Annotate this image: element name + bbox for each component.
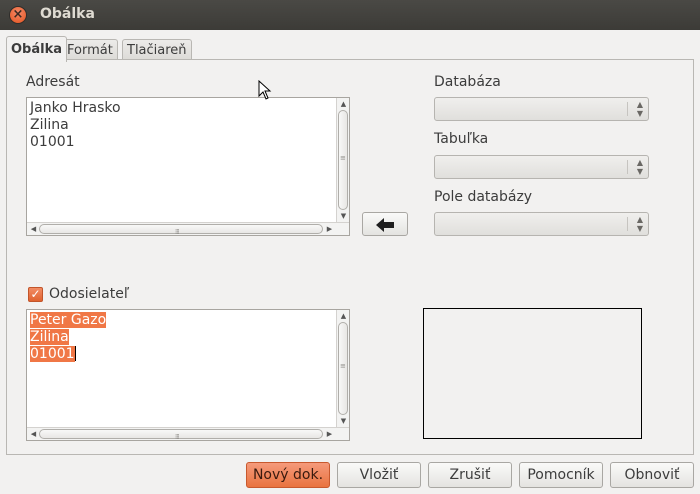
sender-textarea[interactable]: Peter Gazo Zilina 01001 ▲ ≡ ▼ ◀ ⁞⁞⁞ ▶ xyxy=(26,309,350,441)
insert-button[interactable]: Vložiť xyxy=(337,462,421,488)
addressee-horizontal-scrollbar[interactable]: ◀ ⁞⁞⁞ ▶ xyxy=(27,222,349,236)
arrow-left-icon xyxy=(376,218,394,232)
grip-icon: ≡ xyxy=(340,154,346,162)
scroll-right-icon[interactable]: ▶ xyxy=(324,224,335,234)
sender-checkbox[interactable]: ✓ xyxy=(28,287,43,302)
addressee-line: 01001 xyxy=(30,134,75,150)
addressee-line: Zilina xyxy=(30,117,69,133)
tab-format[interactable]: Formát xyxy=(62,39,118,61)
scroll-right-icon[interactable]: ▶ xyxy=(324,429,335,439)
window-title: Obálka xyxy=(40,6,95,22)
combo-separator xyxy=(627,102,628,116)
scroll-down-icon[interactable]: ▼ xyxy=(338,416,349,426)
database-field-combobox[interactable]: ▲ ▼ xyxy=(434,212,649,236)
addressee-line: Janko Hrasko xyxy=(30,100,121,116)
envelope-dialog: Obálka Formát Tlačiareň Adresát Janko Hr… xyxy=(0,30,700,494)
envelope-preview xyxy=(423,308,642,439)
combo-separator xyxy=(627,160,628,174)
tab-printer[interactable]: Tlačiareň xyxy=(122,39,192,61)
database-combobox[interactable]: ▲ ▼ xyxy=(434,97,649,121)
combo-separator xyxy=(627,217,628,231)
sender-lines: Peter Gazo Zilina 01001 xyxy=(30,312,107,363)
sender-vertical-scrollbar[interactable]: ▲ ≡ ▼ xyxy=(336,310,349,427)
sender-horizontal-scrollbar[interactable]: ◀ ⁞⁞⁞ ▶ xyxy=(27,427,349,441)
scroll-up-icon[interactable]: ▲ xyxy=(338,99,349,109)
addressee-vertical-scrollbar[interactable]: ▲ ≡ ▼ xyxy=(336,98,349,222)
grip-icon: ≡ xyxy=(340,362,346,370)
grip-icon: ⁞⁞⁞ xyxy=(175,433,180,441)
new-document-button[interactable]: Nový dok. xyxy=(246,462,330,488)
scroll-left-icon[interactable]: ◀ xyxy=(28,429,39,439)
sender-line: Peter Gazo xyxy=(30,312,107,328)
scroll-thumb[interactable] xyxy=(39,429,323,439)
scroll-down-icon[interactable]: ▼ xyxy=(338,211,349,221)
addressee-lines: Janko Hrasko Zilina 01001 xyxy=(30,100,121,151)
mouse-pointer-icon xyxy=(258,80,272,100)
sender-line: Zilina xyxy=(30,329,69,345)
help-button[interactable]: Pomocník xyxy=(519,462,603,488)
sender-label[interactable]: Odosielateľ xyxy=(49,286,129,302)
table-label: Tabuľka xyxy=(434,131,489,147)
table-combobox[interactable]: ▲ ▼ xyxy=(434,155,649,179)
addressee-textarea[interactable]: Janko Hrasko Zilina 01001 ▲ ≡ ▼ ◀ ⁞⁞⁞ ▶ xyxy=(26,97,350,236)
scroll-left-icon[interactable]: ◀ xyxy=(28,224,39,234)
title-bar: × Obálka xyxy=(0,0,700,30)
combo-arrows-icon: ▲ ▼ xyxy=(636,158,643,176)
cancel-button[interactable]: Zrušiť xyxy=(428,462,512,488)
database-label: Databáza xyxy=(434,74,501,90)
combo-arrows-icon: ▲ ▼ xyxy=(636,215,643,233)
sender-line: 01001 xyxy=(30,346,75,362)
scroll-up-icon[interactable]: ▲ xyxy=(338,311,349,321)
close-icon[interactable]: × xyxy=(9,6,27,24)
grip-icon: ⁞⁞⁞ xyxy=(175,228,180,236)
insert-field-button[interactable] xyxy=(362,212,408,236)
tab-envelope[interactable]: Obálka xyxy=(6,36,68,62)
addressee-label: Adresát xyxy=(26,74,80,90)
combo-arrows-icon: ▲ ▼ xyxy=(636,100,643,118)
checkmark-icon: ✓ xyxy=(30,287,41,301)
scroll-thumb[interactable] xyxy=(39,224,323,234)
reset-button[interactable]: Obnoviť xyxy=(610,462,694,488)
database-field-label: Pole databázy xyxy=(434,189,533,205)
text-caret xyxy=(74,346,76,361)
